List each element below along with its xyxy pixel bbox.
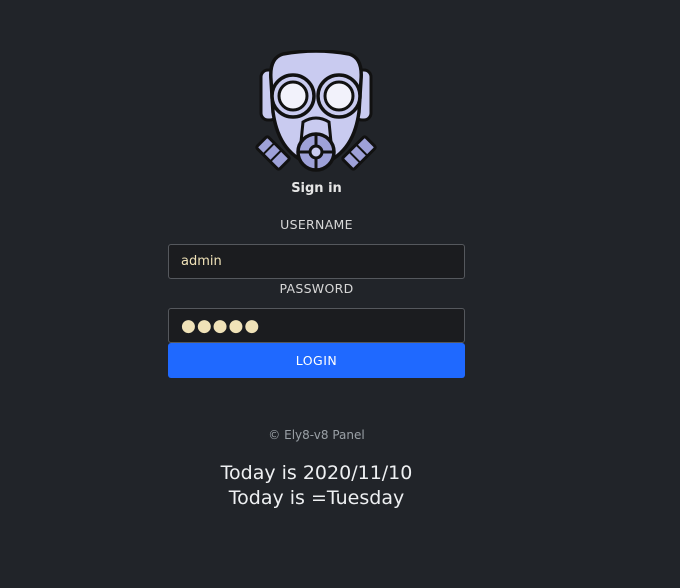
gas-mask-icon	[255, 50, 377, 172]
password-label: PASSWORD	[279, 281, 354, 296]
date-text: Today is 2020/11/10	[220, 462, 413, 484]
day-text: Today is =Tuesday	[228, 487, 405, 509]
login-button[interactable]: LOGIN	[168, 343, 465, 378]
username-label: USERNAME	[280, 217, 353, 232]
username-field[interactable]	[168, 244, 465, 279]
sign-in-heading: Sign in	[291, 181, 342, 196]
copyright-text: © Ely8-v8 Panel	[268, 428, 365, 442]
password-field[interactable]	[168, 308, 465, 343]
login-page: Sign in USERNAME PASSWORD LOGIN © Ely8-v…	[0, 0, 680, 588]
